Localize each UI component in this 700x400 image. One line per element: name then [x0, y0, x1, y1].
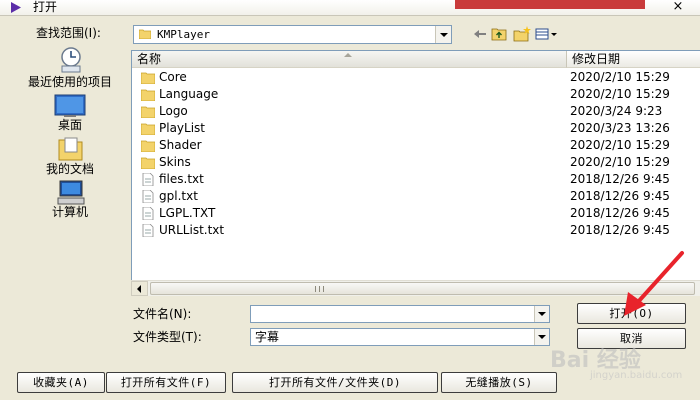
filename-label: 文件名(N): — [133, 307, 192, 321]
column-header-date[interactable]: 修改日期 — [567, 51, 700, 68]
column-header-name[interactable]: 名称 — [132, 51, 567, 68]
file-date: 2020/2/10 15:29 — [570, 138, 670, 152]
computer-icon — [57, 180, 85, 205]
list-item[interactable]: Language 2020/2/10 15:29 — [132, 86, 700, 103]
folder-icon — [141, 106, 155, 118]
file-name: Logo — [159, 104, 188, 118]
window-title: 打开 — [33, 0, 58, 14]
watermark-logo: Bai 经验 jingyan.baidu.com — [530, 340, 700, 400]
file-name: PlayList — [159, 121, 206, 135]
close-icon[interactable]: × — [662, 0, 694, 14]
lookin-value: KMPlayer — [157, 28, 210, 41]
place-desktop-label: 桌面 — [57, 118, 82, 132]
file-name: Skins — [159, 155, 191, 169]
folder-icon — [141, 140, 155, 152]
favorites-button[interactable]: 收藏夹(A) — [17, 372, 105, 393]
list-item[interactable]: URLList.txt 2018/12/26 9:45 — [132, 222, 700, 239]
scroll-left-button[interactable] — [131, 281, 148, 296]
lookin-dropdown[interactable]: KMPlayer — [133, 25, 452, 44]
list-item[interactable]: Shader 2020/2/10 15:29 — [132, 137, 700, 154]
list-item[interactable]: files.txt 2018/12/26 9:45 — [132, 171, 700, 188]
list-item[interactable]: Logo 2020/3/24 9:23 — [132, 103, 700, 120]
file-date: 2018/12/26 9:45 — [570, 172, 670, 186]
list-item[interactable]: PlayList 2020/3/23 13:26 — [132, 120, 700, 137]
list-item[interactable]: Skins 2020/2/10 15:29 — [132, 154, 700, 171]
column-header-name-label: 名称 — [137, 52, 162, 66]
annotation-arrow-icon — [624, 251, 684, 316]
list-item[interactable]: LGPL.TXT 2018/12/26 9:45 — [132, 205, 700, 222]
file-date: 2020/3/23 13:26 — [570, 121, 670, 135]
chevron-down-icon[interactable] — [534, 306, 549, 322]
list-item[interactable]: gpl.txt 2018/12/26 9:45 — [132, 188, 700, 205]
place-documents-label: 我的文档 — [45, 162, 94, 176]
recent-icon — [61, 47, 81, 73]
title-decoration — [455, 0, 645, 9]
lookin-label: 查找范围(I): — [36, 26, 101, 40]
file-name: URLList.txt — [159, 223, 225, 237]
file-name: gpl.txt — [159, 189, 198, 203]
file-date: 2018/12/26 9:45 — [570, 223, 670, 237]
filetype-label: 文件类型(T): — [133, 330, 202, 344]
title-bar: 打开 × — [0, 0, 700, 16]
filename-input[interactable] — [250, 305, 550, 323]
new-folder-icon[interactable] — [512, 25, 532, 43]
filetype-dropdown[interactable]: 字幕 — [250, 328, 550, 346]
open-all-files-folders-button[interactable]: 打开所有文件/文件夹(D) — [232, 372, 438, 393]
file-date: 2018/12/26 9:45 — [570, 189, 670, 203]
watermark-site: jingyan.baidu.com — [590, 370, 683, 381]
file-date: 2018/12/26 9:45 — [570, 206, 670, 220]
file-name: LGPL.TXT — [159, 206, 216, 220]
file-date: 2020/3/24 9:23 — [570, 104, 663, 118]
file-date: 2020/2/10 15:29 — [570, 155, 670, 169]
text-file-icon — [142, 207, 154, 220]
file-name: Core — [159, 70, 187, 84]
text-file-icon — [142, 224, 154, 237]
file-date: 2020/2/10 15:29 — [570, 70, 670, 84]
place-recent[interactable]: 最近使用的项目 — [20, 46, 120, 91]
file-name: files.txt — [159, 172, 204, 186]
place-computer[interactable]: 计算机 — [20, 180, 120, 222]
list-item[interactable]: Core 2020/2/10 15:29 — [132, 69, 700, 86]
back-arrow-icon[interactable] — [470, 25, 490, 43]
chevron-down-icon[interactable] — [435, 26, 451, 43]
grip-center — [319, 286, 320, 292]
sort-arrow-icon — [344, 53, 352, 57]
my-documents-icon — [58, 137, 83, 161]
desktop-icon — [54, 94, 86, 117]
folder-icon — [141, 72, 155, 84]
text-file-icon — [142, 190, 154, 203]
place-recent-label: 最近使用的项目 — [27, 75, 112, 89]
file-date: 2020/2/10 15:29 — [570, 87, 670, 101]
place-documents[interactable]: 我的文档 — [20, 136, 120, 178]
app-icon — [11, 2, 21, 13]
up-folder-icon[interactable] — [490, 25, 510, 43]
filetype-value: 字幕 — [255, 330, 280, 344]
place-computer-label: 计算机 — [51, 205, 88, 219]
file-name: Shader — [159, 138, 202, 152]
column-header-date-label: 修改日期 — [572, 52, 621, 66]
folder-icon — [141, 89, 155, 101]
place-desktop[interactable]: 桌面 — [20, 92, 120, 134]
folder-icon — [139, 29, 151, 39]
folder-icon — [141, 157, 155, 169]
open-all-files-button[interactable]: 打开所有文件(F) — [106, 372, 226, 393]
folder-icon — [141, 123, 155, 135]
file-name: Language — [159, 87, 219, 101]
views-menu-icon[interactable] — [534, 25, 560, 43]
text-file-icon — [142, 173, 154, 186]
